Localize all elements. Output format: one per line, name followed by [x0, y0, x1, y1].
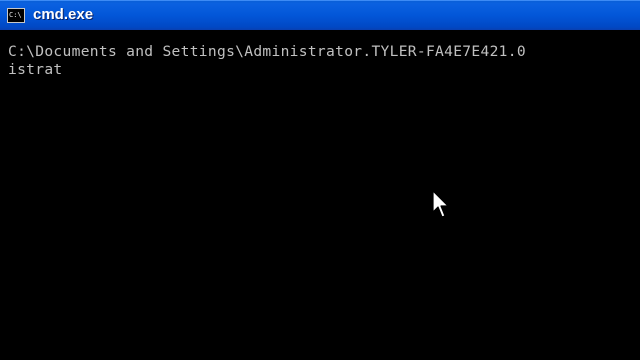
mouse-pointer-icon	[432, 190, 449, 218]
console-icon[interactable]: C:\	[7, 8, 25, 23]
console-line: C:\Documents and Settings\Administrator.…	[8, 43, 526, 60]
cmd-window: C:\ cmd.exe C:\Documents and Settings\Ad…	[0, 0, 640, 360]
console-line: istrat	[8, 61, 63, 78]
title-bar[interactable]: C:\ cmd.exe	[0, 0, 640, 30]
console-output-area[interactable]: C:\Documents and Settings\Administrator.…	[0, 30, 640, 360]
window-title: cmd.exe	[33, 6, 94, 23]
